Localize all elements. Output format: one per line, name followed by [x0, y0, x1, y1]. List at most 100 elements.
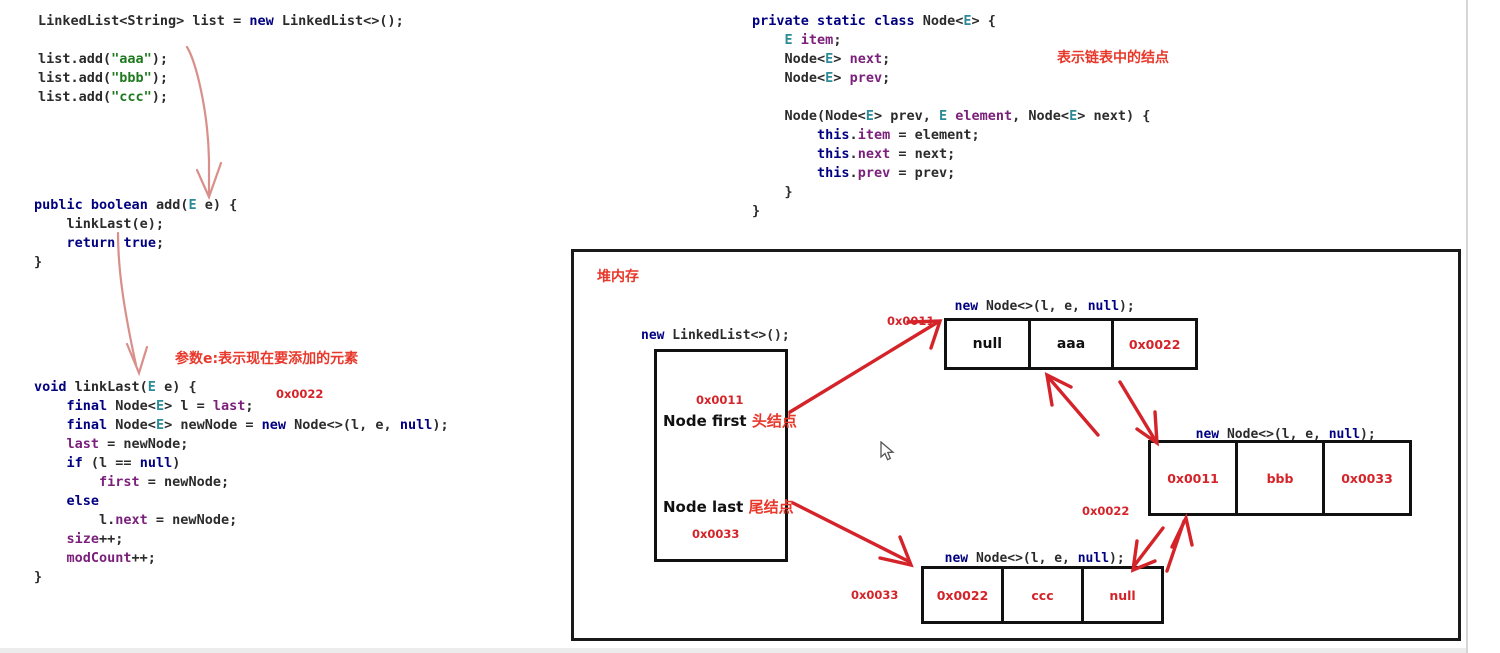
linklast-code-token: ++;	[99, 531, 124, 547]
linklast-code-token: }	[34, 569, 43, 585]
node-class-code-token: > next) {	[1077, 108, 1151, 124]
linklast-code-token: (l ==	[82, 455, 140, 471]
linklast-code-line-9: modCount++;	[34, 549, 449, 568]
usage-code-line-2: list.add("aaa");	[38, 50, 404, 69]
linklast-code-token	[34, 436, 67, 452]
node-class-code-token: Node<	[914, 13, 964, 29]
node-class-code-token: ;	[833, 32, 842, 48]
node-class-code-token	[809, 13, 817, 29]
linklast-code-token: Node<	[107, 417, 156, 433]
node-class-code-token	[752, 127, 817, 143]
node-class-code-line-10: }	[752, 202, 1150, 221]
node-class-code-line-9: }	[752, 183, 1150, 202]
null-keyword-aaa: null	[1087, 299, 1120, 314]
linkedlist-caption-rest: LinkedList<>();	[664, 328, 790, 343]
node-class-code-token: .	[849, 146, 858, 162]
usage-code-line-3: list.add("bbb");	[38, 69, 404, 88]
last-field-label: Node last	[663, 498, 744, 516]
annotation-linklast-address: 0x0022	[276, 387, 324, 401]
node-bbb-caption: new Node<>(l, e, null);	[1180, 412, 1376, 442]
node-class-code-token: prev	[857, 165, 891, 181]
linklast-code-token: size	[66, 531, 100, 547]
add-method-code-line-3: }	[34, 253, 237, 272]
node-class-code-token: class	[873, 13, 915, 29]
add-method-code-token: add(	[147, 197, 189, 213]
usage-code-line-0: LinkedList<String> list = new LinkedList…	[38, 12, 404, 31]
linklast-code-line-6: else	[34, 492, 449, 511]
node-class-code-line-8: this.prev = prev;	[752, 164, 1150, 183]
usage-code-line-1	[38, 31, 404, 50]
code-block-add-method: public boolean add(E e) { linkLast(e); r…	[34, 196, 237, 272]
node-ccc-item-cell: ccc	[1004, 569, 1084, 621]
linklast-code-line-2: final Node<E> newNode = new Node<>(l, e,…	[34, 416, 449, 435]
linklast-code-token	[34, 474, 99, 490]
node-box-ccc: 0x0022 ccc null	[921, 566, 1164, 624]
node-aaa-caption: new Node<>(l, e, null);	[939, 284, 1135, 314]
usage-code-token: list.add(	[38, 89, 112, 105]
node-box-bbb: 0x0011 bbb 0x0033	[1148, 440, 1412, 516]
linklast-code-token: = newNode;	[147, 512, 238, 528]
linklast-code-token: )	[172, 455, 181, 471]
add-method-code-token: boolean	[90, 197, 148, 213]
node-class-code-token: E	[938, 108, 948, 124]
usage-code-token: );	[151, 51, 169, 67]
node-aaa-next-cell: 0x0022	[1128, 336, 1181, 352]
usage-code-token: );	[151, 89, 169, 105]
add-method-code-token: public	[34, 197, 83, 213]
first-field-label: Node first	[663, 412, 747, 430]
linklast-code-token: new	[261, 417, 287, 433]
node-class-code-token: next	[849, 51, 883, 67]
usage-code-token: );	[151, 70, 169, 86]
linklast-code-line-7: l.next = newNode;	[34, 511, 449, 530]
node-class-code-line-4	[752, 88, 1150, 107]
linklast-code-token: ++;	[131, 550, 156, 566]
node-class-code-token: item	[800, 32, 834, 48]
linklast-code-token: null	[399, 417, 433, 433]
new-keyword-ccc: new	[944, 551, 969, 566]
node-class-code-token: this	[817, 127, 850, 143]
usage-code-token: "bbb"	[111, 70, 152, 86]
node-aaa-caption-end: );	[1119, 299, 1135, 314]
linklast-code-line-4: if (l == null)	[34, 454, 449, 473]
node-class-code-token: static	[817, 13, 866, 29]
linklast-code-token: void	[34, 379, 67, 395]
node-class-code-token: next	[857, 146, 891, 162]
node-class-code-token: Node<	[752, 51, 826, 67]
linklast-code-token: if	[66, 455, 83, 471]
add-method-code-token: e) {	[196, 197, 238, 213]
node-class-code-token: this	[817, 146, 850, 162]
linklast-code-line-1: final Node<E> l = last;	[34, 397, 449, 416]
node-bbb-item-cell: bbb	[1238, 443, 1325, 513]
node-ccc-caption: new Node<>(l, e, null);	[929, 536, 1125, 566]
node-class-code-token: >	[833, 70, 850, 86]
linklast-code-token: last	[66, 436, 100, 452]
linkedlist-last-field: Node last 尾结点	[663, 496, 794, 517]
node-bbb-prev-cell: 0x0011	[1151, 443, 1238, 513]
node-class-code-token: Node(Node<	[752, 108, 866, 124]
node-class-code-token	[866, 13, 874, 29]
linklast-code-token: > newNode =	[164, 417, 262, 433]
linklast-code-token: last	[212, 398, 246, 414]
node-class-code-token: = prev;	[890, 165, 956, 181]
node-bbb-next-cell: 0x0033	[1341, 470, 1393, 486]
code-block-linkedlist-usage: LinkedList<String> list = new LinkedList…	[38, 12, 404, 107]
add-method-code-token: ;	[155, 235, 165, 251]
node-box-aaa: null aaa 0x0022	[944, 318, 1198, 370]
node-ccc-caption-mid: Node<>(l, e,	[968, 551, 1078, 566]
node-class-code-line-6: this.item = element;	[752, 126, 1150, 145]
linkedlist-last-address: 0x0033	[692, 527, 740, 541]
linklast-code-token: null	[139, 455, 173, 471]
node-class-code-token: item	[857, 127, 891, 143]
usage-code-token: new	[249, 13, 274, 29]
linkedlist-first-field: Node first 头结点	[663, 410, 797, 431]
node-class-code-token: E	[784, 32, 793, 48]
linklast-code-line-10: }	[34, 568, 449, 587]
linklast-code-token: Node<	[107, 398, 156, 414]
linklast-code-token: l.	[34, 512, 116, 528]
usage-code-token: LinkedList<>();	[273, 13, 404, 29]
linklast-code-token: modCount	[66, 550, 132, 566]
node-class-code-token: }	[752, 203, 761, 219]
add-method-code-line-2: return true;	[34, 234, 237, 253]
node-aaa-item-cell: aaa	[1031, 321, 1115, 367]
node-class-code-token: > prev,	[873, 108, 939, 124]
